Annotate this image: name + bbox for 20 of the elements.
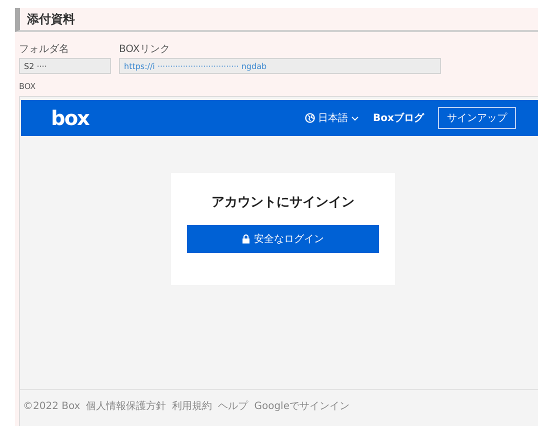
footer-link[interactable]: 利用規約 [172, 399, 212, 413]
section-title: 添付資料 [27, 10, 75, 28]
globe-icon [305, 113, 316, 123]
signup-button[interactable]: サインアップ [438, 107, 516, 129]
footer-link[interactable]: Googleでサインイン [254, 399, 350, 413]
language-button[interactable]: 日本語 [305, 111, 360, 125]
field-label: フォルダ名 [19, 44, 70, 55]
input-field[interactable]: S2 ···· [19, 58, 111, 74]
field-label: BOXリンク [119, 44, 171, 55]
card-title: アカウントにサインイン [212, 194, 354, 211]
logo: box [51, 106, 89, 130]
lock-icon [242, 234, 250, 244]
embed-label: BOX [19, 82, 37, 92]
footer-link[interactable]: ヘルプ [218, 399, 248, 413]
footer-link[interactable]: 個人情報保護方針 [86, 399, 166, 413]
footer-link[interactable]: ©2022 Box [23, 400, 80, 412]
blog-link[interactable]: Boxブログ [373, 111, 424, 125]
login-button[interactable]: 安全なログイン [187, 225, 379, 253]
input-field[interactable]: https://i ································ ngdab [119, 58, 441, 74]
chevron-down-icon [351, 116, 360, 120]
